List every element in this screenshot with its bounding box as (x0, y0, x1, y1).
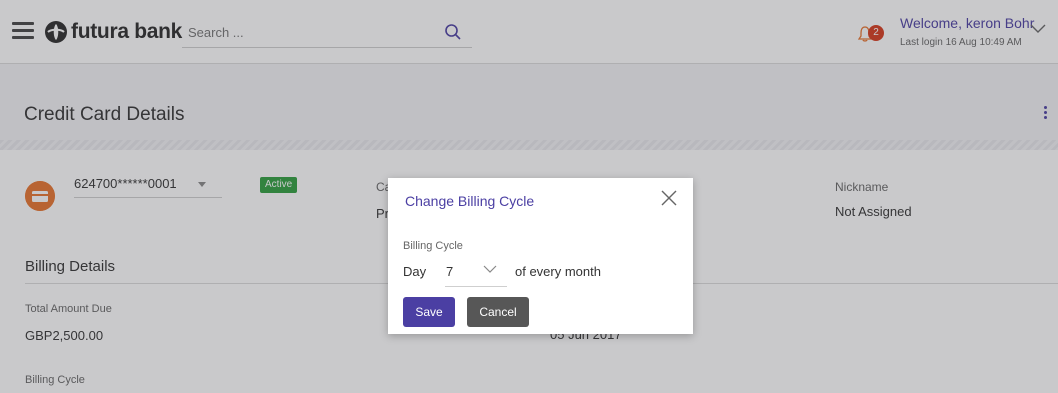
day-prefix: Day (403, 264, 427, 279)
dialog-title: Change Billing Cycle (405, 193, 535, 209)
day-value: 7 (446, 264, 454, 279)
cancel-button[interactable]: Cancel (467, 297, 529, 327)
close-icon[interactable] (661, 190, 677, 206)
chevron-down-icon[interactable] (483, 265, 497, 273)
day-select[interactable]: 7 (445, 259, 507, 287)
day-suffix: of every month (515, 264, 601, 279)
billing-cycle-field-label: Billing Cycle (403, 240, 463, 252)
change-billing-cycle-dialog: Change Billing Cycle Billing Cycle Day 7… (388, 178, 693, 334)
save-button[interactable]: Save (403, 297, 455, 327)
